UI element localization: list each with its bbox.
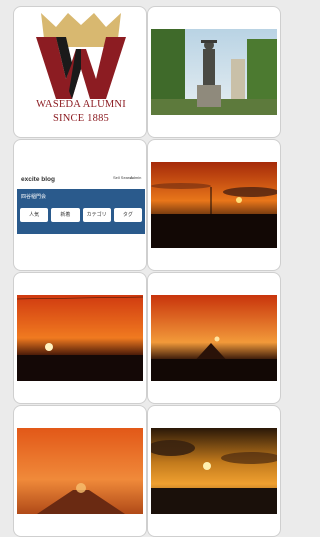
sunset-photo-2 — [17, 295, 143, 381]
blog-title: excite blog — [21, 176, 55, 183]
logo-line2: SINCE 1885 — [53, 113, 109, 124]
blog-name: 四谷稲門会 — [21, 194, 47, 200]
blog-tab-new: 新着 — [51, 208, 80, 222]
blog-tab-popular: 人気 — [20, 208, 49, 222]
sunset-photo-3 — [151, 295, 277, 381]
tile-statue-photo[interactable] — [147, 6, 281, 138]
sunset-photo-4 — [17, 428, 143, 514]
blog-preview: excite blog Sell Search Admin 四谷稲門会 人気 新… — [17, 174, 145, 234]
blog-tab-category: カテゴリ — [82, 208, 111, 222]
statue-photo — [151, 29, 277, 115]
logo-line1: WASEDA ALUMNI — [36, 99, 126, 110]
sunset-photo-1 — [151, 162, 277, 248]
tile-sunset-photo-3[interactable] — [147, 272, 281, 404]
tile-logo[interactable]: WASEDA ALUMNI SINCE 1885 — [13, 6, 147, 138]
blog-tab-buttons: 人気 新着 カテゴリ タグ — [20, 208, 142, 222]
tile-sunset-photo-2[interactable] — [13, 272, 147, 404]
admin-icon: Admin — [130, 175, 142, 180]
tile-blog-screenshot[interactable]: excite blog Sell Search Admin 四谷稲門会 人気 新… — [13, 139, 147, 271]
sunset-photo-5 — [151, 428, 277, 514]
tile-sunset-photo-1[interactable] — [147, 139, 281, 271]
tile-sunset-photo-5[interactable] — [147, 405, 281, 537]
blog-body: 四谷稲門会 人気 新着 カテゴリ タグ — [17, 189, 145, 234]
thumbnail-grid: WASEDA ALUMNI SINCE 1885 excite blog Sel… — [0, 0, 281, 537]
blog-tab-tag: タグ — [113, 208, 142, 222]
blog-header: excite blog Sell Search Admin — [17, 174, 145, 190]
tile-sunset-photo-4[interactable] — [13, 405, 147, 537]
